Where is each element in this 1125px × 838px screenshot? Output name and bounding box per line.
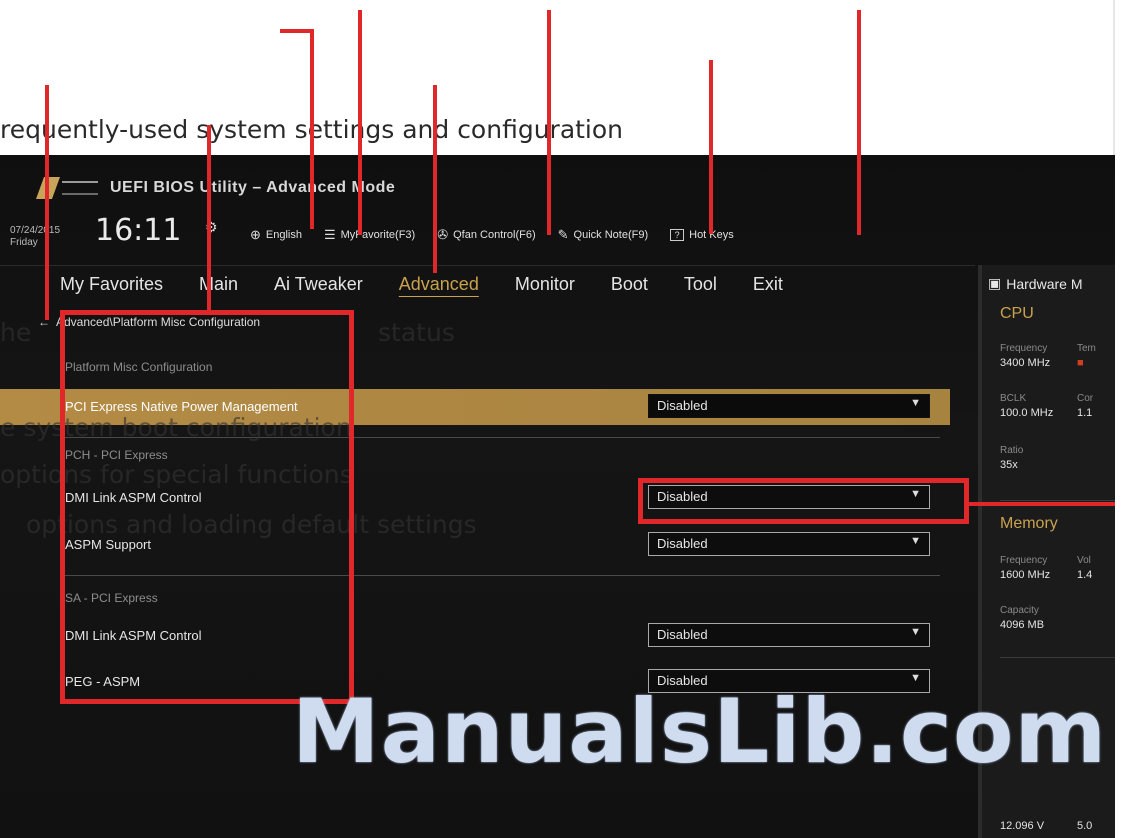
globe-icon: ⊕ <box>250 227 261 242</box>
qfan-label: Qfan Control(F6) <box>453 229 536 241</box>
annotation-line <box>433 85 437 273</box>
hw-cpu-temp-key: Tem <box>1077 343 1096 354</box>
title-bar: UEFI BIOS Utility – Advanced Mode <box>35 173 396 203</box>
hw-title-text: Hardware M <box>1006 275 1083 292</box>
hw-cpu-temp-value: ■ <box>1077 357 1084 369</box>
date-block: 07/24/2015 Friday <box>10 225 60 249</box>
annotation-line <box>968 502 1115 506</box>
annotation-line <box>857 10 861 235</box>
annotation-line <box>207 125 211 310</box>
annotation-line <box>310 29 314 229</box>
toolbar: ⊕ English ☰ MyFavorite(F3) ✇ Qfan Contro… <box>250 227 734 243</box>
annotation-line <box>547 10 551 235</box>
hw-divider <box>1000 657 1115 658</box>
language-label: English <box>265 229 302 241</box>
hw-capacity-value: 4096 MB <box>1000 619 1045 631</box>
main-tabs: My Favorites Main Ai Tweaker Advanced Mo… <box>0 265 975 303</box>
tab-my-favorites[interactable]: My Favorites <box>0 274 181 295</box>
annotation-box-menu <box>60 310 354 704</box>
hw-core-key: Cor <box>1077 393 1094 404</box>
date-text: 07/24/2015 <box>10 225 61 236</box>
pcie-native-pm-select[interactable]: Disabled ▼ <box>648 394 930 418</box>
hotkeys-button[interactable]: ? Hot Keys <box>670 229 734 241</box>
hw-memory-label: Memory <box>1000 515 1058 532</box>
hw-cpu-freq-value: 3400 MHz <box>1000 357 1051 369</box>
annotation-box-value <box>638 478 969 524</box>
hw-mem-freq-value: 1600 MHz <box>1000 569 1051 581</box>
help-icon: ? <box>670 229 685 241</box>
list-icon: ☰ <box>323 227 336 242</box>
myfavorite-button[interactable]: ☰ MyFavorite(F3) <box>324 227 415 243</box>
monitor-icon: ▣ <box>988 275 1002 291</box>
annotation-line <box>280 29 313 33</box>
tab-advanced[interactable]: Advanced <box>381 274 497 295</box>
tab-boot[interactable]: Boot <box>593 274 666 295</box>
aspm-support-select[interactable]: Disabled ▼ <box>648 532 930 556</box>
annotation-line <box>709 60 713 234</box>
quicknote-button[interactable]: ✎ Quick Note(F9) <box>558 227 648 243</box>
hw-title: ▣ Hardware M <box>988 275 1082 292</box>
hw-bclk-key: BCLK <box>1000 393 1027 404</box>
language-button[interactable]: ⊕ English <box>250 227 302 243</box>
dropdown-arrow-icon: ▼ <box>910 397 921 409</box>
note-icon: ✎ <box>557 227 569 242</box>
sa-dmi-aspm-select[interactable]: Disabled ▼ <box>648 623 930 647</box>
qfan-button[interactable]: ✇ Qfan Control(F6) <box>437 227 535 243</box>
hw-ratio-value: 35x <box>1000 459 1018 471</box>
hw-core-value: 1.1 <box>1077 407 1093 419</box>
hw-bclk-value: 100.0 MHz <box>1000 407 1054 419</box>
rog-logo <box>35 173 100 203</box>
hw-divider <box>1000 500 1115 501</box>
tab-tool[interactable]: Tool <box>666 274 735 295</box>
annotation-line <box>45 85 49 320</box>
myfavorite-label: MyFavorite(F3) <box>340 229 416 241</box>
app-title: UEFI BIOS Utility – Advanced Mode <box>110 179 396 196</box>
watermark: ManualsLib.com <box>292 680 1108 783</box>
hw-cpu-label: CPU <box>1000 305 1034 322</box>
fan-icon: ✇ <box>437 227 449 242</box>
hw-voltage-5v: 5.0 <box>1077 820 1093 832</box>
hw-mem-freq-key: Frequency <box>1000 555 1048 566</box>
select-value: Disabled <box>657 627 708 642</box>
hw-capacity-key: Capacity <box>1000 605 1039 616</box>
dropdown-arrow-icon: ▼ <box>910 535 921 547</box>
tab-monitor[interactable]: Monitor <box>497 274 593 295</box>
tab-exit[interactable]: Exit <box>735 274 801 295</box>
clock: 16:11 <box>95 213 182 248</box>
annotation-line <box>358 10 362 235</box>
hw-mem-volt-value: 1.4 <box>1077 569 1093 581</box>
overlay-text-4: he <box>0 318 32 347</box>
tab-main[interactable]: Main <box>181 274 256 295</box>
overlay-text-5: status <box>378 318 455 347</box>
hw-mem-volt-key: Vol <box>1077 555 1091 566</box>
tab-ai-tweaker[interactable]: Ai Tweaker <box>256 274 381 295</box>
day-text: Friday <box>10 237 38 248</box>
dropdown-arrow-icon: ▼ <box>910 626 921 638</box>
hw-voltage-12v: 12.096 V <box>1000 820 1045 832</box>
quicknote-label: Quick Note(F9) <box>573 229 649 241</box>
hw-cpu-freq-key: Frequency <box>1000 343 1048 354</box>
hw-ratio-key: Ratio <box>1000 445 1024 456</box>
select-value: Disabled <box>657 536 708 551</box>
select-value: Disabled <box>657 398 708 413</box>
